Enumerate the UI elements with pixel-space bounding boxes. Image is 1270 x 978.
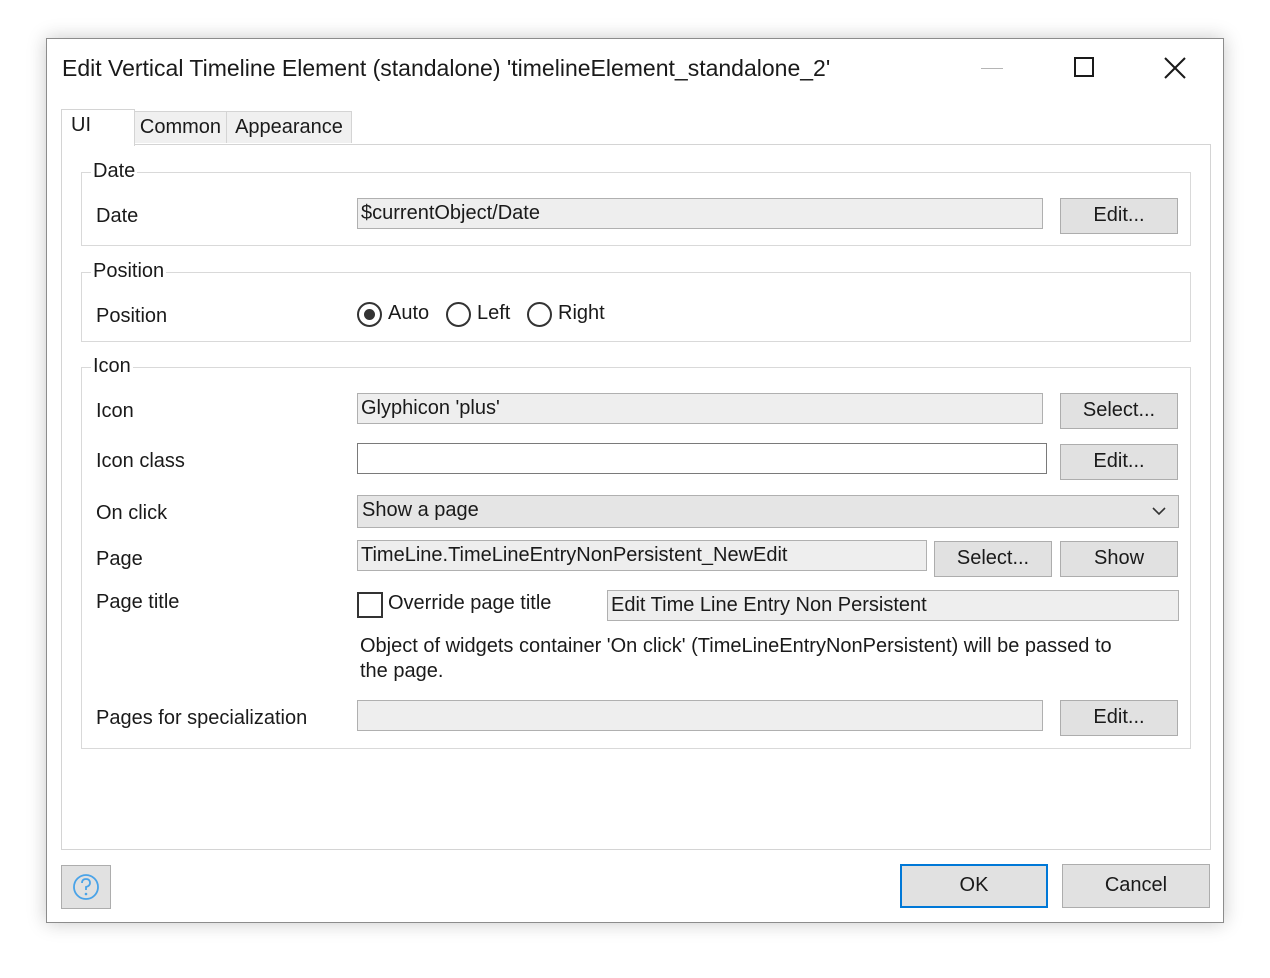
page-show-button[interactable]: Show bbox=[1060, 541, 1178, 577]
override-page-title-label[interactable]: Override page title bbox=[388, 592, 551, 615]
icon-class-label: Icon class bbox=[96, 450, 185, 472]
position-right-radio[interactable] bbox=[527, 302, 552, 327]
window-title: Edit Vertical Timeline Element (standalo… bbox=[62, 55, 831, 81]
page-label: Page bbox=[96, 548, 143, 570]
specialization-field[interactable] bbox=[357, 700, 1043, 731]
override-page-title-checkbox[interactable] bbox=[357, 592, 383, 618]
maximize-icon bbox=[1074, 57, 1094, 77]
hint-line-1: Object of widgets container 'On click' (… bbox=[360, 635, 1112, 657]
date-label: Date bbox=[96, 205, 139, 227]
ui-tab-panel: Date Date $currentObject/Date Edit... Po… bbox=[61, 144, 1211, 850]
minimize-button[interactable] bbox=[972, 51, 1012, 85]
date-field[interactable]: $currentObject/Date bbox=[357, 198, 1043, 229]
minimize-icon bbox=[981, 68, 1003, 69]
tab-appearance[interactable]: Appearance bbox=[227, 111, 352, 143]
position-left-label[interactable]: Left bbox=[477, 302, 510, 325]
help-icon bbox=[73, 874, 99, 900]
position-auto-radio[interactable] bbox=[357, 302, 382, 327]
icon-class-input[interactable] bbox=[357, 443, 1047, 474]
date-edit-button[interactable]: Edit... bbox=[1060, 198, 1178, 234]
on-click-value: Show a page bbox=[362, 499, 479, 521]
position-label: Position bbox=[96, 305, 168, 327]
tab-ui[interactable]: UI bbox=[61, 109, 135, 146]
date-group-legend: Date bbox=[91, 159, 138, 183]
position-group-legend: Position bbox=[91, 259, 167, 283]
chevron-down-icon bbox=[1152, 507, 1166, 516]
page-title-label: Page title bbox=[96, 591, 180, 613]
position-group: Position Position Auto Left Right bbox=[81, 259, 1191, 342]
position-auto-label[interactable]: Auto bbox=[388, 302, 429, 325]
on-click-label: On click bbox=[96, 502, 168, 524]
ok-button[interactable]: OK bbox=[900, 864, 1048, 908]
dialog-window: Edit Vertical Timeline Element (standalo… bbox=[46, 38, 1224, 923]
close-icon bbox=[1164, 57, 1186, 79]
icon-label: Icon bbox=[96, 400, 134, 422]
help-button[interactable] bbox=[61, 865, 111, 909]
icon-field[interactable]: Glyphicon 'plus' bbox=[357, 393, 1043, 424]
on-click-dropdown[interactable]: Show a page bbox=[357, 495, 1179, 528]
specialization-edit-button[interactable]: Edit... bbox=[1060, 700, 1178, 736]
close-button[interactable] bbox=[1155, 51, 1195, 85]
tab-common[interactable]: Common bbox=[134, 111, 227, 143]
date-group: Date Date $currentObject/Date Edit... bbox=[81, 159, 1191, 246]
specialization-label: Pages for specialization bbox=[96, 707, 308, 729]
icon-group: Icon Icon Glyphicon 'plus' Select... Ico… bbox=[81, 354, 1191, 749]
page-select-button[interactable]: Select... bbox=[934, 541, 1052, 577]
icon-select-button[interactable]: Select... bbox=[1060, 393, 1178, 429]
maximize-button[interactable] bbox=[1063, 51, 1103, 85]
position-left-radio[interactable] bbox=[446, 302, 471, 327]
icon-class-edit-button[interactable]: Edit... bbox=[1060, 444, 1178, 480]
cancel-button[interactable]: Cancel bbox=[1062, 864, 1210, 908]
page-field[interactable]: TimeLine.TimeLineEntryNonPersistent_NewE… bbox=[357, 540, 927, 571]
icon-group-legend: Icon bbox=[91, 354, 133, 378]
title-bar[interactable]: Edit Vertical Timeline Element (standalo… bbox=[47, 39, 1223, 99]
page-title-field[interactable]: Edit Time Line Entry Non Persistent bbox=[607, 590, 1179, 621]
hint-line-2: the page. bbox=[360, 660, 444, 682]
position-right-label[interactable]: Right bbox=[558, 302, 605, 325]
